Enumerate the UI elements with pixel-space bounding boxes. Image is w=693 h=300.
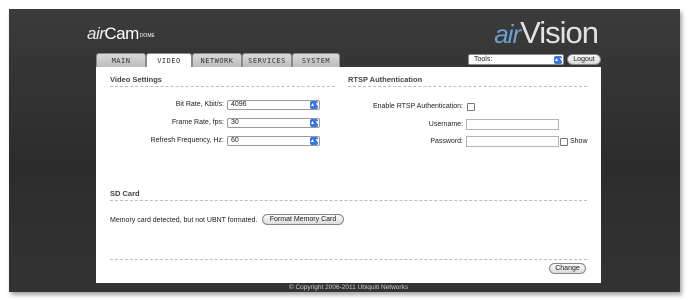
show-password-label: Show	[570, 138, 588, 145]
framerate-label: Frame Rate, fps:	[171, 119, 224, 126]
rtsp-enable-label: Enable RTSP Authentication:	[372, 103, 463, 110]
password-input[interactable]	[466, 136, 559, 147]
copyright-footer: © Copyright 2006-2011 Ubiquiti Networks	[288, 284, 409, 291]
chevron-updown-icon: ▲▼	[310, 101, 320, 109]
actions-divider	[110, 259, 587, 260]
format-memory-card-button[interactable]: Format Memory Card	[262, 214, 344, 225]
brand-name: Cam	[104, 24, 139, 43]
change-button[interactable]: Change	[549, 263, 586, 274]
rtsp-title: RTSP Authentication	[348, 75, 423, 84]
bitrate-select[interactable]: 4096 ▲▼	[227, 100, 320, 110]
username-label: Username:	[428, 121, 463, 128]
rtsp-divider	[348, 86, 587, 87]
tab-main[interactable]: MAIN	[96, 53, 146, 67]
chevron-updown-icon: ▲▼	[554, 56, 564, 64]
chevron-updown-icon: ▲▼	[310, 119, 320, 127]
tab-system[interactable]: SYSTEM	[292, 53, 340, 67]
show-password-checkbox[interactable]	[560, 138, 568, 146]
refresh-frequency-value: 60	[231, 137, 239, 144]
tab-services[interactable]: SERVICES	[242, 53, 292, 67]
video-settings-panel: Video Settings Bit Rate, Kbit/s: 4096 ▲▼…	[96, 67, 601, 283]
username-input[interactable]	[466, 119, 559, 130]
tools-label: Tools:	[474, 56, 493, 63]
rtsp-enable-checkbox[interactable]	[467, 103, 475, 111]
tab-video[interactable]: VIDEO	[146, 53, 192, 68]
framerate-value: 30	[231, 119, 239, 126]
sd-card-status: Memory card detected, but not UBNT forma…	[110, 217, 258, 224]
sd-card-title: SD Card	[110, 189, 140, 198]
tab-network[interactable]: NETWORK	[192, 53, 242, 67]
logo-name: Vision	[520, 15, 599, 50]
logout-button[interactable]: Logout	[567, 54, 601, 65]
bitrate-label: Bit Rate, Kbit/s:	[175, 101, 224, 108]
refresh-frequency-select[interactable]: 60 ▲▼	[227, 136, 320, 146]
sd-card-divider	[110, 200, 587, 201]
framerate-select[interactable]: 30 ▲▼	[227, 118, 320, 128]
brand-prefix: air	[87, 24, 105, 43]
airvision-logo: airVision	[494, 15, 599, 50]
video-settings-divider	[110, 86, 335, 87]
chevron-updown-icon: ▲▼	[310, 137, 320, 145]
password-label: Password:	[430, 138, 463, 145]
brand-suffix: DOME	[139, 33, 155, 39]
logo-prefix: air	[494, 19, 521, 49]
video-settings-title: Video Settings	[110, 75, 162, 84]
aircam-brand-logo: airCamDOME	[87, 24, 155, 46]
refresh-frequency-label: Refresh Frequency, Hz:	[150, 137, 224, 144]
bitrate-value: 4096	[231, 101, 247, 108]
tools-dropdown[interactable]: Tools: ▲▼	[468, 54, 564, 65]
